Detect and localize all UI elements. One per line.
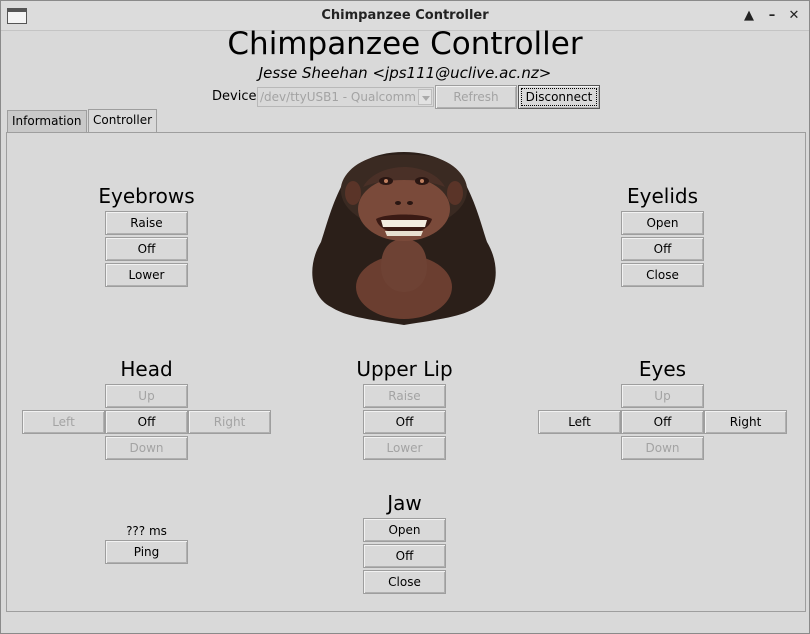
app-window: Chimpanzee Controller ▲ – ✕ Chimpanzee C… [0, 0, 810, 634]
maximize-icon[interactable]: ▲ [741, 7, 757, 25]
eyelids-close-button[interactable]: Close [621, 263, 704, 287]
window-title: Chimpanzee Controller [321, 8, 489, 23]
head-off-button[interactable]: Off [105, 410, 188, 434]
upper-lip-title: Upper Lip [356, 357, 453, 381]
jaw-open-button[interactable]: Open [363, 518, 446, 542]
jaw-close-button[interactable]: Close [363, 570, 446, 594]
eyebrows-lower-button[interactable]: Lower [105, 263, 188, 287]
device-label: Device: [212, 89, 261, 104]
minimize-icon[interactable]: – [764, 7, 780, 25]
page-title: Chimpanzee Controller [227, 26, 583, 62]
upper-lip-lower-button[interactable]: Lower [363, 436, 446, 460]
chevron-down-icon[interactable] [418, 89, 432, 105]
eyes-left-button[interactable]: Left [538, 410, 621, 434]
tab-information[interactable]: Information [7, 110, 87, 132]
eyes-title: Eyes [638, 357, 687, 381]
device-select-value: /dev/ttyUSB1 - Qualcomm [260, 90, 416, 104]
eyes-right-button[interactable]: Right [704, 410, 787, 434]
head-up-button[interactable]: Up [105, 384, 188, 408]
jaw-off-button[interactable]: Off [363, 544, 446, 568]
tab-controller[interactable]: Controller [88, 109, 157, 133]
divider [6, 611, 806, 612]
eyelids-off-button[interactable]: Off [621, 237, 704, 261]
upper-lip-off-button[interactable]: Off [363, 410, 446, 434]
device-select[interactable]: /dev/ttyUSB1 - Qualcomm [257, 87, 434, 107]
eyebrows-raise-button[interactable]: Raise [105, 211, 188, 235]
head-right-button[interactable]: Right [188, 410, 271, 434]
ping-button[interactable]: Ping [105, 540, 188, 564]
ping-latency: ??? ms [126, 524, 167, 538]
head-title: Head [120, 357, 173, 381]
head-down-button[interactable]: Down [105, 436, 188, 460]
chimpanzee-image [312, 152, 496, 325]
eyes-off-button[interactable]: Off [621, 410, 704, 434]
upper-lip-raise-button[interactable]: Raise [363, 384, 446, 408]
eyes-down-button[interactable]: Down [621, 436, 704, 460]
jaw-title: Jaw [387, 491, 422, 515]
eyebrows-off-button[interactable]: Off [105, 237, 188, 261]
head-left-button[interactable]: Left [22, 410, 105, 434]
refresh-button[interactable]: Refresh [435, 85, 517, 109]
eyelids-title: Eyelids [626, 184, 698, 208]
eyes-up-button[interactable]: Up [621, 384, 704, 408]
eyebrows-title: Eyebrows [98, 184, 195, 208]
eyelids-open-button[interactable]: Open [621, 211, 704, 235]
author-subtitle: Jesse Sheehan <jps111@uclive.ac.nz> [258, 64, 552, 82]
close-icon[interactable]: ✕ [786, 7, 802, 25]
disconnect-button[interactable]: Disconnect [518, 85, 600, 109]
